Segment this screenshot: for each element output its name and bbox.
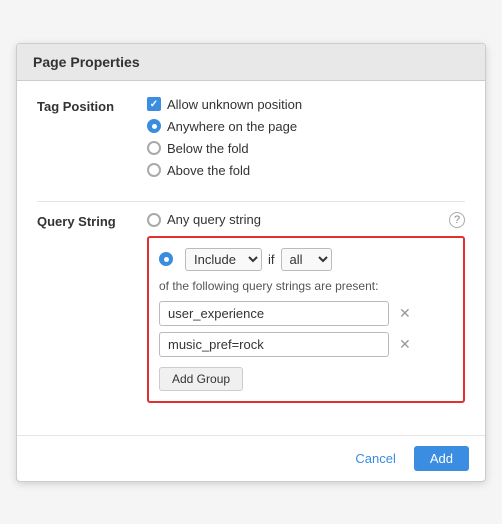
query-description: of the following query strings are prese… <box>159 279 453 293</box>
query-section: Include Exclude if all any of the follow… <box>147 236 465 403</box>
include-radio[interactable] <box>159 252 173 266</box>
anywhere-radio[interactable] <box>147 119 161 133</box>
add-group-button[interactable]: Add Group <box>159 367 243 391</box>
dialog-body: Tag Position Allow unknown position Anyw… <box>17 81 485 435</box>
dialog-title: Page Properties <box>33 54 140 70</box>
add-button[interactable]: Add <box>414 446 469 471</box>
anywhere-label: Anywhere on the page <box>167 119 297 134</box>
dialog-header: Page Properties <box>17 44 485 81</box>
include-select[interactable]: Include Exclude <box>185 248 262 271</box>
anywhere-item[interactable]: Anywhere on the page <box>147 119 465 134</box>
cancel-button[interactable]: Cancel <box>345 446 405 471</box>
below-fold-label: Below the fold <box>167 141 249 156</box>
above-fold-label: Above the fold <box>167 163 250 178</box>
allow-unknown-item[interactable]: Allow unknown position <box>147 97 465 112</box>
query-string-1-row: ✕ <box>159 301 453 326</box>
if-label: if <box>268 252 275 267</box>
divider <box>37 201 465 202</box>
tag-position-row: Tag Position Allow unknown position Anyw… <box>37 97 465 185</box>
any-query-row: Any query string ? <box>147 212 465 228</box>
allow-unknown-checkbox[interactable] <box>147 97 161 111</box>
tag-position-controls: Allow unknown position Anywhere on the p… <box>147 97 465 185</box>
page-properties-dialog: Page Properties Tag Position Allow unkno… <box>16 43 486 482</box>
query-string-controls: Any query string ? Include Exclude if al… <box>147 212 465 403</box>
help-icon[interactable]: ? <box>449 212 465 228</box>
query-string-1-input[interactable] <box>159 301 389 326</box>
query-string-2-row: ✕ <box>159 332 453 357</box>
all-select[interactable]: all any <box>281 248 332 271</box>
below-fold-item[interactable]: Below the fold <box>147 141 465 156</box>
above-fold-item[interactable]: Above the fold <box>147 163 465 178</box>
below-fold-radio[interactable] <box>147 141 161 155</box>
remove-query-2-button[interactable]: ✕ <box>395 334 415 355</box>
allow-unknown-label: Allow unknown position <box>167 97 302 112</box>
query-string-label: Query String <box>37 212 147 229</box>
any-query-radio[interactable] <box>147 213 161 227</box>
any-query-label: Any query string <box>167 212 261 227</box>
query-string-2-input[interactable] <box>159 332 389 357</box>
query-string-row: Query String Any query string ? Include … <box>37 212 465 403</box>
dialog-footer: Cancel Add <box>17 435 485 481</box>
above-fold-radio[interactable] <box>147 163 161 177</box>
tag-position-label: Tag Position <box>37 97 147 114</box>
remove-query-1-button[interactable]: ✕ <box>395 303 415 324</box>
include-row: Include Exclude if all any <box>159 248 453 271</box>
